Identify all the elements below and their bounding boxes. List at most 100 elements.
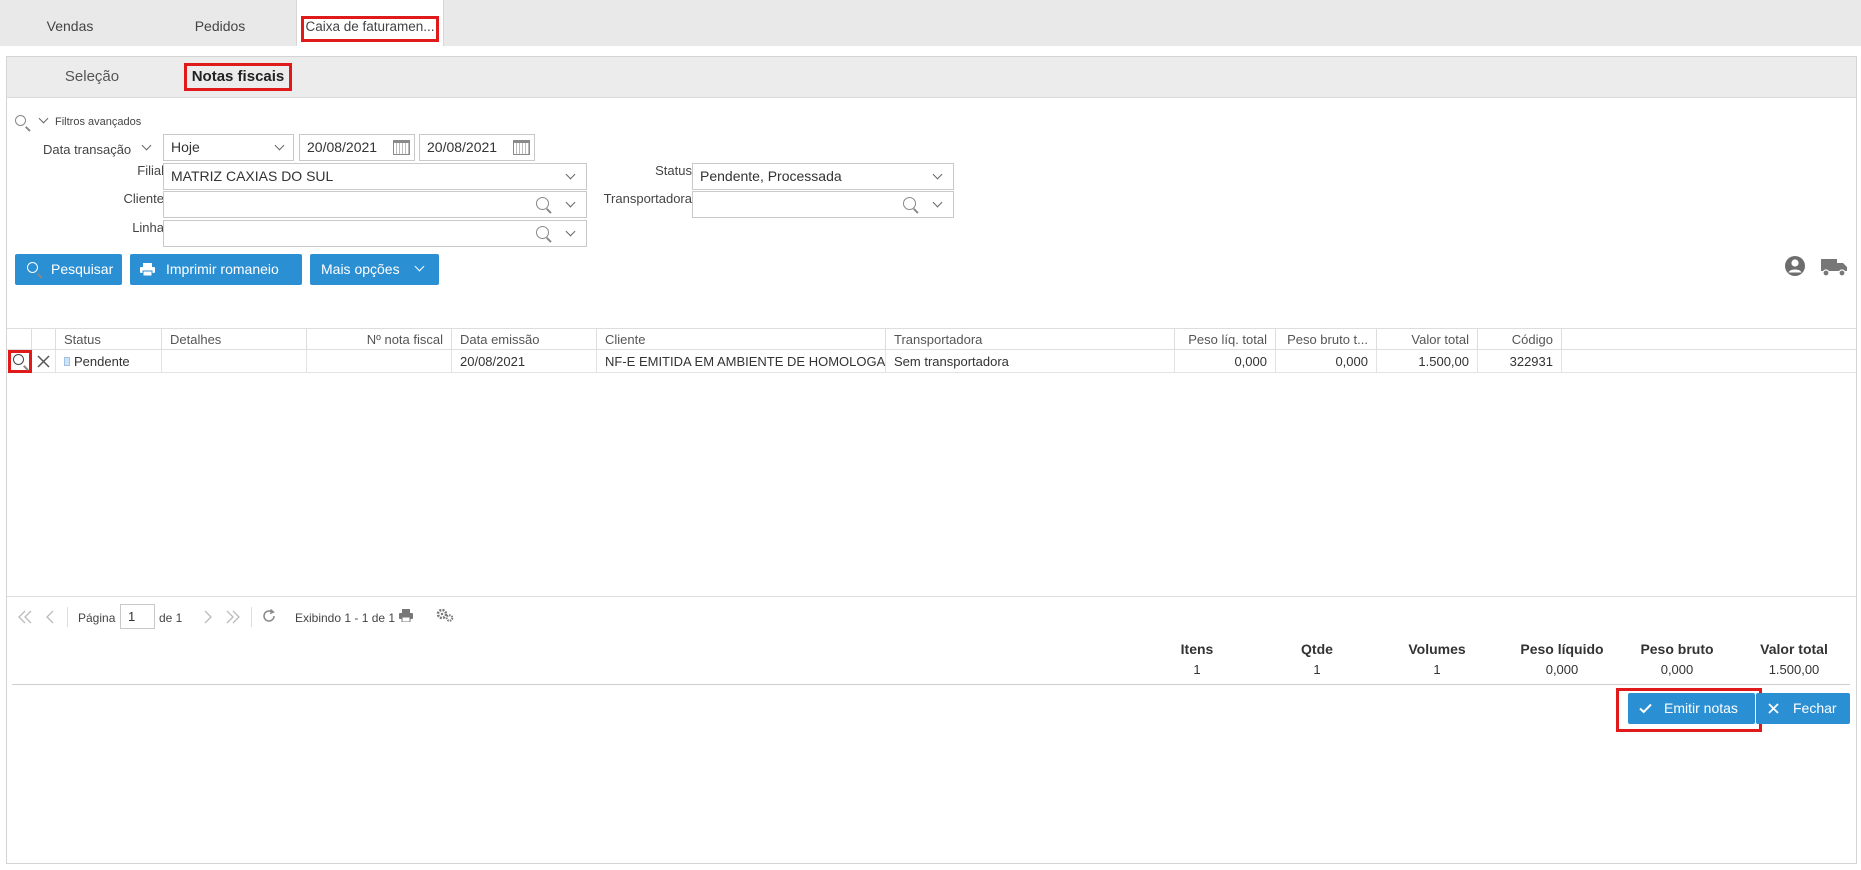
first-page-icon[interactable] <box>17 610 33 624</box>
totals-volumes: 1 <box>1433 662 1441 677</box>
search-icon[interactable] <box>536 226 549 239</box>
refresh-icon[interactable] <box>261 608 277 624</box>
cell-status: Pendente <box>56 350 162 373</box>
check-icon <box>1639 703 1652 714</box>
close-button[interactable]: Fechar <box>1756 693 1850 724</box>
header-cliente[interactable]: Cliente <box>597 329 886 350</box>
cell-data-emissao: 20/08/2021 <box>452 350 597 373</box>
prev-page-icon[interactable] <box>45 610 55 624</box>
transportadora-label: Transportadora <box>603 191 692 206</box>
period-value: Hoje <box>171 139 200 155</box>
chevron-down-icon[interactable] <box>565 226 576 237</box>
printer-icon[interactable] <box>399 609 413 622</box>
totals-peso-liquido: 0,000 <box>1545 662 1579 677</box>
cell-valor-total: 1.500,00 <box>1377 350 1478 373</box>
user-icon[interactable] <box>1784 255 1806 277</box>
header-detalhes[interactable]: Detalhes <box>162 329 307 350</box>
header-peso-bruto[interactable]: Peso bruto t... <box>1276 329 1377 350</box>
search-icon[interactable] <box>903 197 916 210</box>
tab-pedidos[interactable]: Pedidos <box>160 0 280 46</box>
cell-nota-fiscal <box>307 350 452 373</box>
totals-valor-total: 1.500,00 <box>1768 662 1820 677</box>
more-options-button[interactable]: Mais opções <box>310 254 439 285</box>
filial-value: MATRIZ CAXIAS DO SUL <box>171 168 334 184</box>
truck-icon[interactable] <box>1821 257 1848 277</box>
settings-gears-icon[interactable] <box>436 608 454 622</box>
view-row-button[interactable] <box>8 350 32 373</box>
grid-header: Status Detalhes Nº nota fiscal Data emis… <box>7 328 1856 350</box>
chevron-down-icon[interactable] <box>932 197 943 208</box>
cell-peso-bruto: 0,000 <box>1276 350 1377 373</box>
cell-codigo: 322931 <box>1478 350 1562 373</box>
table-row[interactable]: Pendente 20/08/2021 NF-E EMITIDA EM AMBI… <box>7 350 1856 373</box>
footer-divider <box>12 684 1850 685</box>
cliente-input[interactable] <box>163 191 587 218</box>
tab-caixa-de-faturamento[interactable]: Caixa de faturamen... <box>296 0 444 46</box>
status-text: Pendente <box>74 354 130 369</box>
chevron-down-icon <box>565 169 576 180</box>
header-delete <box>32 329 56 350</box>
search-icon[interactable] <box>536 197 549 210</box>
cell-transportadora: Sem transportadora <box>886 350 1175 373</box>
status-value: Pendente, Processada <box>700 168 842 184</box>
date-to-field[interactable]: 20/08/2021 <box>419 134 535 161</box>
calendar-icon[interactable] <box>393 140 410 155</box>
print-romaneio-label: Imprimir romaneio <box>166 261 279 277</box>
totals-header-itens: Itens <box>1180 641 1214 657</box>
header-select <box>7 329 32 350</box>
linha-label: Linha <box>132 220 164 235</box>
date-to-value: 20/08/2021 <box>427 139 498 155</box>
chevron-down-icon[interactable] <box>38 113 49 124</box>
totals-header-qtde: Qtde <box>1301 641 1333 657</box>
chevron-down-icon <box>414 261 425 272</box>
date-type-select[interactable]: Data transação <box>43 142 131 157</box>
chevron-down-icon[interactable] <box>565 197 576 208</box>
tab-vendas[interactable]: Vendas <box>10 0 130 46</box>
delete-row-button[interactable] <box>32 350 56 373</box>
search-button[interactable]: Pesquisar <box>15 254 122 285</box>
showing-count: Exibindo 1 - 1 de 1 <box>295 611 396 625</box>
close-button-label: Fechar <box>1793 700 1837 716</box>
linha-input[interactable] <box>163 220 587 247</box>
search-icon <box>27 262 38 273</box>
filial-select[interactable]: MATRIZ CAXIAS DO SUL <box>163 163 587 190</box>
chevron-down-icon <box>274 140 285 151</box>
top-tab-bar: Vendas Pedidos Caixa de faturamen... <box>0 0 1861 46</box>
status-label: Status <box>655 163 692 178</box>
tab-selecao[interactable]: Seleção <box>47 63 137 91</box>
last-page-icon[interactable] <box>225 610 241 624</box>
chevron-down-icon[interactable] <box>141 140 152 151</box>
next-page-icon[interactable] <box>203 610 213 624</box>
totals-peso-bruto: 0,000 <box>1660 662 1694 677</box>
page-total: de 1 <box>159 611 183 625</box>
cell-detalhes <box>162 350 307 373</box>
tab-notas-fiscais[interactable]: Notas fiscais <box>184 63 292 91</box>
calendar-icon[interactable] <box>513 140 530 155</box>
header-transportadora[interactable]: Transportadora <box>886 329 1175 350</box>
totals-header-peso-bruto: Peso bruto <box>1640 641 1714 657</box>
header-valor-total[interactable]: Valor total <box>1377 329 1478 350</box>
header-codigo[interactable]: Código <box>1478 329 1562 350</box>
cell-cliente: NF-E EMITIDA EM AMBIENTE DE HOMOLOGACA..… <box>597 350 886 373</box>
totals-itens: 1 <box>1193 662 1201 677</box>
date-from-field[interactable]: 20/08/2021 <box>299 134 415 161</box>
totals-qtde: 1 <box>1313 662 1321 677</box>
status-select[interactable]: Pendente, Processada <box>692 163 954 190</box>
totals-header-peso-liquido: Peso líquido <box>1520 641 1604 657</box>
close-icon <box>37 355 50 368</box>
header-peso-liq[interactable]: Peso líq. total <box>1175 329 1276 350</box>
header-nota-fiscal[interactable]: Nº nota fiscal <box>307 329 452 350</box>
totals-header-volumes: Volumes <box>1408 641 1466 657</box>
pager-divider <box>67 607 68 627</box>
cell-peso-liq: 0,000 <box>1175 350 1276 373</box>
header-status[interactable]: Status <box>56 329 162 350</box>
cliente-label: Cliente <box>123 191 164 206</box>
period-select[interactable]: Hoje <box>163 134 294 161</box>
emit-notes-button[interactable]: Emitir notas <box>1628 693 1755 724</box>
close-icon <box>1768 703 1779 714</box>
page-input[interactable]: 1 <box>120 604 155 629</box>
advanced-filters-toggle[interactable]: Filtros avançados <box>55 116 141 128</box>
header-data-emissao[interactable]: Data emissão <box>452 329 597 350</box>
transportadora-input[interactable] <box>692 191 954 218</box>
print-romaneio-button[interactable]: Imprimir romaneio <box>130 254 302 285</box>
